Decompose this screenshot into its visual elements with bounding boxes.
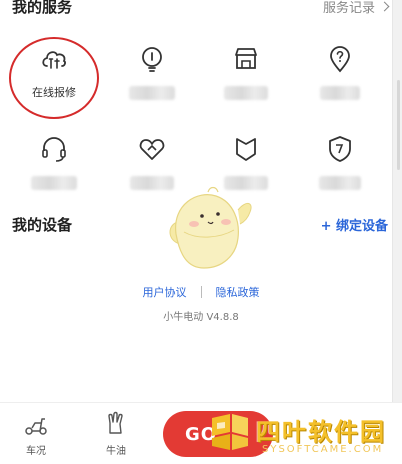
scrollbar[interactable] (392, 0, 402, 464)
hand-icon (108, 411, 123, 434)
bind-device-link[interactable]: + 绑定设备 (321, 215, 388, 234)
watermark-url: SYSOFTCAME.COM (262, 444, 384, 455)
service-item-3[interactable] (198, 38, 294, 118)
watermark-logo-icon (212, 414, 248, 450)
app-version: 小牛电动 V4.8.8 (163, 312, 239, 323)
watermark: 四叶软件园 SYSOFTCAME.COM (206, 406, 402, 462)
watermark-text: 四叶软件园 (256, 418, 386, 446)
service-item-5[interactable] (6, 128, 102, 208)
user-agreement-link[interactable]: 用户协议 (143, 284, 187, 300)
shield-icon (329, 136, 351, 162)
headset-icon (42, 137, 66, 162)
service-item-4[interactable] (292, 38, 388, 118)
app-screen: 我的服务 服务记录 在线报修 我的设备 + 绑定设备 用户协议 隐私政策 小牛电… (0, 0, 402, 464)
service-label-blurred (224, 86, 268, 100)
service-label-blurred (129, 86, 175, 100)
service-label-blurred (319, 176, 361, 190)
service-record-link[interactable]: 服务记录 (322, 0, 390, 16)
tab-niu-oil[interactable]: 牛油 (86, 411, 146, 457)
service-label-blurred (320, 86, 360, 100)
privacy-policy-link[interactable]: 隐私政策 (216, 284, 260, 300)
footer-links: 用户协议 隐私政策 (0, 284, 402, 300)
divider (200, 286, 202, 298)
scroll-thumb[interactable] (397, 80, 400, 170)
chevron-right-icon (379, 1, 390, 12)
highlight-circle (9, 37, 99, 119)
scooter-icon (25, 418, 47, 435)
mascot-illustration (169, 186, 252, 269)
heart-shield-icon (139, 139, 165, 160)
service-record-label: 服务记录 (322, 1, 375, 16)
tab-label: 车况 (26, 446, 46, 457)
service-label-blurred (31, 176, 77, 190)
devices-title: 我的设备 (12, 216, 73, 234)
tab-vehicle-status[interactable]: 车况 (6, 411, 66, 457)
badge-icon (236, 138, 256, 161)
lightbulb-icon (142, 47, 162, 72)
services-title: 我的服务 (12, 0, 73, 16)
location-question-icon (330, 46, 350, 73)
store-icon (235, 48, 257, 69)
service-item-8[interactable] (292, 128, 388, 208)
tab-label: 牛油 (106, 446, 126, 457)
service-item-2[interactable] (104, 38, 200, 118)
services-header: 我的服务 服务记录 (12, 0, 390, 17)
